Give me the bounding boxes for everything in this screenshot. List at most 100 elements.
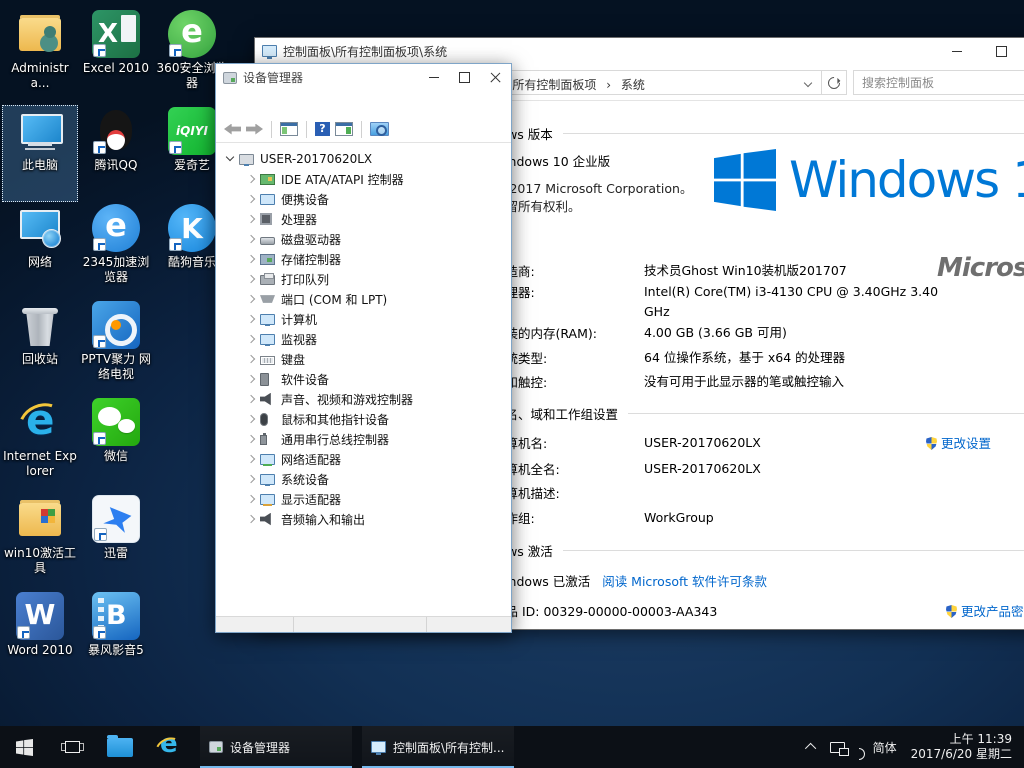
desktop-icon[interactable]: 回收站	[2, 299, 78, 396]
shortcut-arrow-icon	[169, 141, 182, 154]
close-button[interactable]	[480, 64, 511, 91]
license-terms-link[interactable]: 阅读 Microsoft 软件许可条款	[602, 574, 767, 589]
maximize-button[interactable]	[449, 64, 480, 91]
chevron-icon[interactable]	[244, 209, 260, 229]
clock-date: 2017/6/20 星期二	[911, 747, 1012, 762]
device-tree-item[interactable]: 鼠标和其他指针设备	[216, 409, 511, 429]
device-tree-item[interactable]: 打印队列	[216, 269, 511, 289]
desktop-icon[interactable]: 腾讯QQ	[78, 105, 154, 202]
printer-icon	[260, 275, 275, 285]
chevron-icon[interactable]	[244, 309, 260, 329]
search-input[interactable]	[854, 71, 1024, 94]
device-tree-item[interactable]: 系统设备	[216, 469, 511, 489]
menu-item[interactable]	[236, 101, 254, 107]
menu-item[interactable]	[272, 101, 290, 107]
desktop-icon[interactable]: Word 2010	[2, 590, 78, 687]
desktop-icon[interactable]: Excel 2010	[78, 8, 154, 105]
desktop-icon[interactable]: 暴风影音5	[78, 590, 154, 687]
minimize-button[interactable]	[418, 64, 449, 91]
device-tree-item[interactable]: 便携设备	[216, 189, 511, 209]
input-language-indicator[interactable]: 简体	[873, 739, 897, 756]
desktop-icon[interactable]: 2345加速浏览器	[78, 202, 154, 299]
storage-icon	[260, 254, 275, 265]
device-tree-item[interactable]: 磁盘驱动器	[216, 229, 511, 249]
device-tree-item[interactable]: 处理器	[216, 209, 511, 229]
maximize-button[interactable]	[979, 38, 1024, 64]
scan-hardware-changes-icon[interactable]	[370, 122, 389, 136]
task-view-button[interactable]	[48, 726, 96, 768]
device-tree-item[interactable]: 音频输入和输出	[216, 509, 511, 529]
menu-item[interactable]	[254, 101, 272, 107]
device-tree-item[interactable]: 存储控制器	[216, 249, 511, 269]
device-tree-item[interactable]: 端口 (COM 和 LPT)	[216, 289, 511, 309]
device-tree-item[interactable]: 软件设备	[216, 369, 511, 389]
desktop-icon[interactable]: win10激活工具	[2, 493, 78, 590]
show-hidden-icons-icon[interactable]	[805, 743, 816, 754]
chevron-icon[interactable]	[244, 429, 260, 449]
system-window-title: 控制面板\所有控制面板项\系统	[283, 43, 447, 60]
port-icon	[260, 293, 275, 306]
network-icon[interactable]	[830, 742, 845, 753]
computer-icon	[239, 154, 254, 165]
device-tree-item[interactable]: 计算机	[216, 309, 511, 329]
device-tree-item[interactable]: IDE ATA/ATAPI 控制器	[216, 169, 511, 189]
desktop-icon-label: Excel 2010	[78, 61, 154, 76]
cpu-icon	[260, 213, 272, 225]
desktop-icon[interactable]: 迅雷	[78, 493, 154, 590]
device-manager-titlebar[interactable]: 设备管理器	[216, 64, 511, 91]
taskbar-clock[interactable]: 上午 11:39 2017/6/20 星期二	[911, 732, 1012, 762]
device-tree-item[interactable]: 显示适配器	[216, 489, 511, 509]
chevron-icon[interactable]	[244, 409, 260, 429]
chevron-icon[interactable]	[244, 389, 260, 409]
chevron-icon[interactable]	[244, 449, 260, 469]
chevron-icon[interactable]	[244, 229, 260, 249]
chevron-icon[interactable]	[244, 329, 260, 349]
desktop-icon[interactable]: Internet Explorer	[2, 396, 78, 493]
action-pane-icon[interactable]	[335, 122, 353, 136]
start-button[interactable]	[0, 726, 48, 768]
change-product-key-link[interactable]: 更改产品密钥	[946, 601, 1024, 620]
device-tree-item[interactable]: USER-20170620LX	[216, 149, 511, 169]
desktop-icon[interactable]: Administra...	[2, 8, 78, 105]
forward-icon[interactable]	[246, 124, 263, 135]
chevron-down-icon[interactable]	[804, 79, 812, 87]
chevron-icon[interactable]	[244, 489, 260, 509]
shortcut-arrow-icon	[17, 626, 30, 639]
desktop-icon[interactable]: PPTV聚力 网络电视	[78, 299, 154, 396]
system-window-titlebar[interactable]: 控制面板\所有控制面板项\系统	[255, 38, 1024, 64]
software-icon	[260, 373, 269, 386]
chevron-icon[interactable]	[244, 289, 260, 309]
desktop-icon[interactable]: 此电脑	[2, 105, 78, 202]
device-tree-item[interactable]: 监视器	[216, 329, 511, 349]
device-tree-item[interactable]: 通用串行总线控制器	[216, 429, 511, 449]
back-icon[interactable]	[224, 124, 241, 135]
chevron-icon[interactable]	[244, 369, 260, 389]
desktop-icon[interactable]: 微信	[78, 396, 154, 493]
internet-explorer-button[interactable]	[144, 726, 192, 768]
computer-name-row: 计算机名: USER-20170620LX	[493, 433, 959, 453]
refresh-button[interactable]	[822, 70, 847, 95]
chevron-icon[interactable]	[244, 269, 260, 289]
help-icon[interactable]: ?	[315, 122, 330, 136]
system-info-row: 制造商: 技术员Ghost Win10装机版201707	[493, 261, 959, 281]
chevron-icon[interactable]	[244, 189, 260, 209]
device-tree-item[interactable]: 声音、视频和游戏控制器	[216, 389, 511, 409]
sound-icon	[260, 393, 275, 406]
chevron-icon[interactable]	[223, 149, 239, 169]
menu-item[interactable]	[218, 101, 236, 107]
chevron-icon[interactable]	[244, 249, 260, 269]
show-console-tree-icon[interactable]	[280, 122, 298, 136]
taskbar: 设备管理器 控制面板\所有控制... 简体 上午 11:39 2017/6/20…	[0, 726, 1024, 768]
file-explorer-button[interactable]	[96, 726, 144, 768]
chevron-icon[interactable]	[244, 469, 260, 489]
taskbar-app-device-manager[interactable]: 设备管理器	[200, 726, 352, 768]
chevron-icon[interactable]	[244, 169, 260, 189]
device-tree-item[interactable]: 键盘	[216, 349, 511, 369]
change-settings-link[interactable]: 更改设置	[926, 433, 991, 452]
chevron-icon[interactable]	[244, 509, 260, 529]
taskbar-app-control-panel[interactable]: 控制面板\所有控制...	[362, 726, 514, 768]
device-tree-item[interactable]: 网络适配器	[216, 449, 511, 469]
minimize-button[interactable]	[934, 38, 979, 64]
desktop-icon[interactable]: 网络	[2, 202, 78, 299]
chevron-icon[interactable]	[244, 349, 260, 369]
